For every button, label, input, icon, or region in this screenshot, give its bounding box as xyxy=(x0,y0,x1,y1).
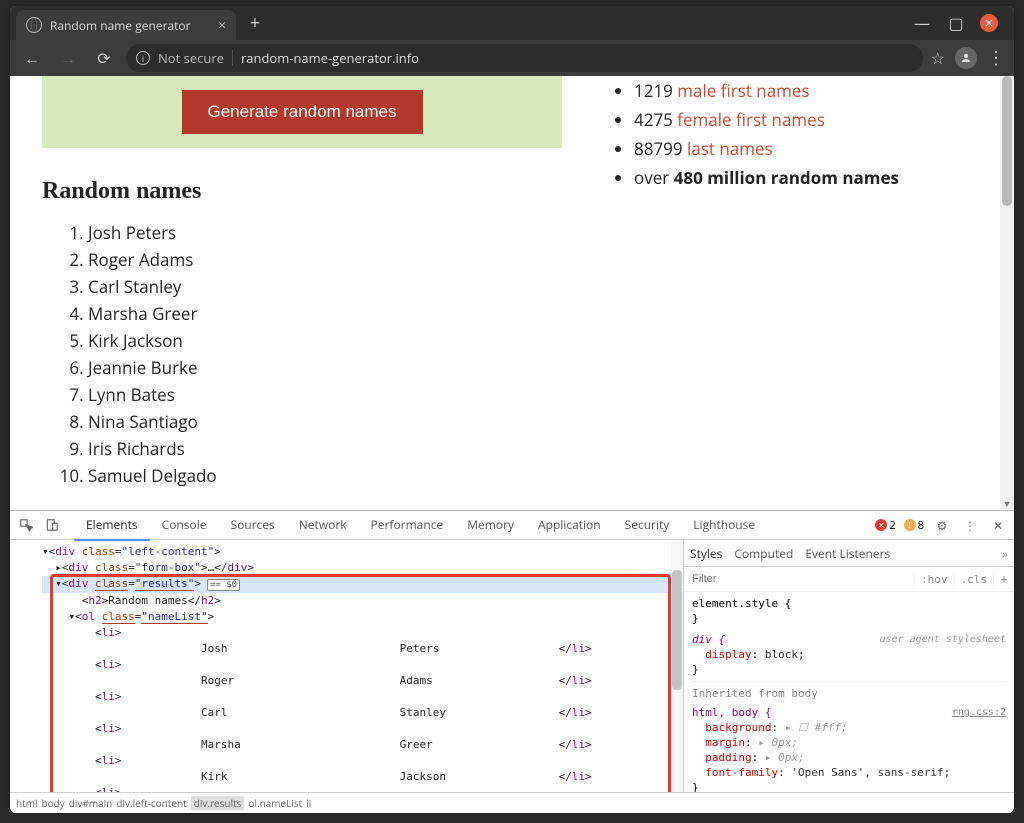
stat-item: 88799 last names xyxy=(634,134,994,163)
list-item: Lynn Bates xyxy=(88,381,572,408)
devtools-tab-application[interactable]: Application xyxy=(526,510,613,541)
crumb-item[interactable]: div.left-content xyxy=(116,796,186,810)
stat-link[interactable]: last names xyxy=(687,137,773,160)
styles-tab-styles[interactable]: Styles xyxy=(690,545,722,562)
name-list: Josh PetersRoger AdamsCarl StanleyMarsha… xyxy=(66,219,572,489)
devtools-tab-lighthouse[interactable]: Lighthouse xyxy=(681,510,767,541)
scroll-down-icon[interactable]: ▼ xyxy=(1000,496,1014,510)
address-bar[interactable]: i Not secure random-name-generator.info xyxy=(126,44,923,72)
devtools-settings-icon[interactable]: ⚙ xyxy=(932,515,952,535)
profile-avatar-icon[interactable] xyxy=(955,47,977,69)
browser-menu-icon[interactable]: ⋮ xyxy=(987,46,1006,70)
crumb-item[interactable]: body xyxy=(41,796,64,810)
elements-tree[interactable]: ▾<div class="left-content"> ▸<div class=… xyxy=(10,540,683,792)
devtools-tab-memory[interactable]: Memory xyxy=(455,510,526,541)
styles-tab-computed[interactable]: Computed xyxy=(734,545,793,562)
inspect-element-icon[interactable] xyxy=(16,515,36,535)
bookmark-icon[interactable]: ☆ xyxy=(931,47,945,69)
stat-link[interactable]: female first names xyxy=(677,108,825,131)
crumb-item[interactable]: html xyxy=(16,796,37,810)
stat-item: 1219 male first names xyxy=(634,76,994,105)
divider xyxy=(232,50,233,66)
generate-button[interactable]: Generate random names xyxy=(182,90,423,134)
list-item: Josh Peters xyxy=(88,219,572,246)
breadcrumb[interactable]: html body div#maindiv.left-content div.resu… xyxy=(10,792,1014,813)
browser-tab[interactable]: Random name generator × xyxy=(16,10,236,40)
close-tab-icon[interactable]: × xyxy=(218,16,226,35)
list-item: Roger Adams xyxy=(88,246,572,273)
generate-form: Generate random names xyxy=(42,76,562,148)
hov-toggle[interactable]: :hov xyxy=(914,573,954,586)
devtools-tab-sources[interactable]: Sources xyxy=(218,510,286,541)
list-item: Iris Richards xyxy=(88,435,572,462)
styles-tab-event-listeners[interactable]: Event Listeners xyxy=(805,545,890,562)
window-maximize-button[interactable]: ▢ xyxy=(946,13,966,33)
list-item: Carl Stanley xyxy=(88,273,572,300)
crumb-item[interactable]: li xyxy=(306,796,311,810)
crumb-item[interactable]: div#main xyxy=(69,796,113,810)
list-item: Nina Santiago xyxy=(88,408,572,435)
devtools-tab-performance[interactable]: Performance xyxy=(359,510,456,541)
url-text: random-name-generator.info xyxy=(241,49,419,67)
tab-title: Random name generator xyxy=(50,17,210,34)
window-close-button[interactable]: ✕ xyxy=(980,14,998,32)
elements-scrollbar[interactable] xyxy=(671,540,683,792)
list-item: Kirk Jackson xyxy=(88,327,572,354)
stat-item: over 480 million random names xyxy=(634,163,994,192)
stat-item: 4275 female first names xyxy=(634,105,994,134)
back-button[interactable]: ← xyxy=(18,44,46,72)
new-tab-button[interactable]: + xyxy=(242,10,268,36)
more-tabs-icon[interactable]: » xyxy=(1002,545,1008,562)
warning-count[interactable]: !8 xyxy=(904,518,924,533)
error-count[interactable]: ✕2 xyxy=(875,518,895,533)
styles-body[interactable]: element.style { } div {user agent styles… xyxy=(684,592,1014,792)
stats-list: 1219 male first names4275 female first n… xyxy=(612,76,994,192)
devtools-tab-network[interactable]: Network xyxy=(287,510,359,541)
stat-link[interactable]: male first names xyxy=(677,79,809,102)
devtools-tab-elements[interactable]: Elements xyxy=(74,510,150,541)
crumb-item[interactable]: div.results xyxy=(191,796,245,810)
forward-button[interactable]: → xyxy=(54,44,82,72)
devtools-menu-icon[interactable]: ⋮ xyxy=(960,515,980,535)
results-heading: Random names xyxy=(42,178,572,205)
reload-button[interactable]: ⟳ xyxy=(90,44,118,72)
list-item: Jeannie Burke xyxy=(88,354,572,381)
crumb-item[interactable]: ol.nameList xyxy=(248,796,302,810)
page-scrollbar[interactable]: ▲ ▼ xyxy=(1000,76,1014,510)
device-toolbar-icon[interactable] xyxy=(42,515,62,535)
styles-filter-input[interactable] xyxy=(684,573,914,585)
security-status: Not secure xyxy=(158,49,224,67)
page-viewport: Generate random names Random names Josh … xyxy=(10,76,1014,510)
globe-icon xyxy=(26,17,42,33)
window-minimize-button[interactable]: — xyxy=(912,13,932,33)
scroll-thumb[interactable] xyxy=(1002,76,1012,206)
devtools-close-icon[interactable]: ✕ xyxy=(988,515,1008,535)
new-rule-button[interactable]: + xyxy=(993,572,1014,586)
list-item: Samuel Delgado xyxy=(88,462,572,489)
styles-panel: Styles Computed Event Listeners » :hov .cls… xyxy=(683,540,1014,792)
browser-chrome: Random name generator × + — ▢ ✕ ← → ⟳ i … xyxy=(10,6,1014,76)
devtools-panel: ElementsConsoleSourcesNetworkPerformance… xyxy=(10,510,1014,813)
list-item: Marsha Greer xyxy=(88,300,572,327)
devtools-tab-console[interactable]: Console xyxy=(150,510,219,541)
info-icon: i xyxy=(136,51,150,65)
devtools-tab-security[interactable]: Security xyxy=(613,510,682,541)
cls-toggle[interactable]: .cls xyxy=(954,573,994,586)
